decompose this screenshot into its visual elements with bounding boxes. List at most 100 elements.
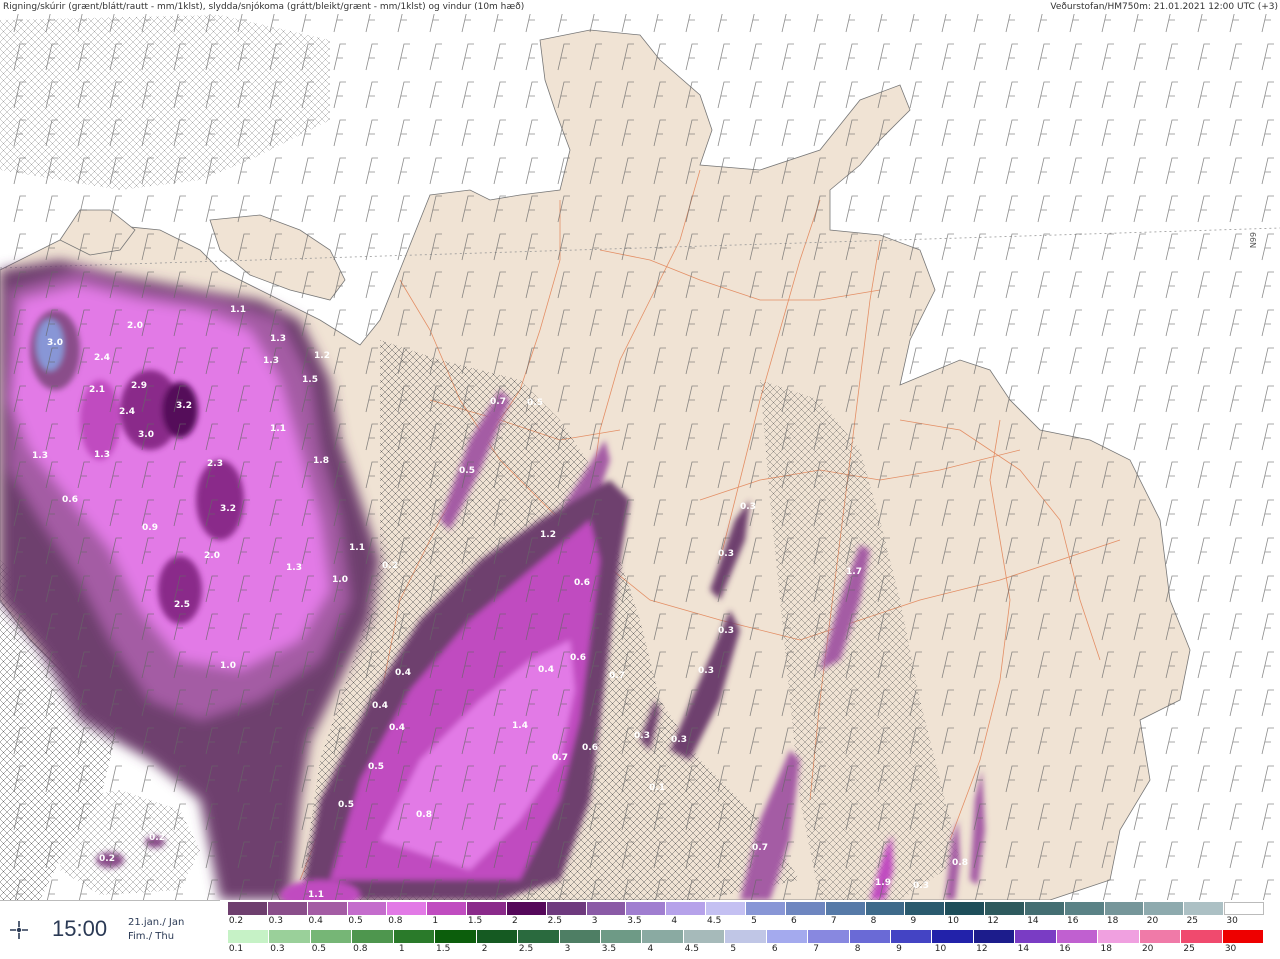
model-run-info: Veðurstofan/HM750m: 21.01.2021 12:00 UTC… — [1050, 2, 1278, 12]
rain-legend-label: 18 — [1100, 944, 1112, 954]
rain-legend-label: 2.5 — [518, 944, 534, 954]
precip-value-label: 1.2 — [314, 351, 330, 361]
precip-value-label: 1.1 — [308, 890, 324, 900]
snow-legend-swatch — [945, 902, 986, 915]
snow-legend-swatch — [985, 902, 1025, 915]
precip-value-label: 2.1 — [89, 385, 105, 395]
precip-value-label: 0.5 — [338, 800, 354, 810]
snow-legend-label: 0.4 — [308, 916, 323, 926]
rain-legend-swatch — [932, 930, 974, 943]
rain-legend-swatch — [228, 930, 270, 943]
rain-legend-label: 1.5 — [436, 944, 451, 954]
rain-legend-label: 20 — [1141, 944, 1154, 954]
snow-legend-swatch — [825, 902, 866, 915]
snow-legend-swatch — [1144, 902, 1185, 915]
snow-legend-swatch — [706, 902, 746, 915]
precip-value-label: 2.4 — [94, 353, 110, 363]
precip-value-label: 0.7 — [752, 843, 768, 853]
precip-value-label: 0.3 — [671, 735, 687, 745]
snow-color-bar — [228, 902, 1280, 915]
rain-legend-swatch — [808, 930, 850, 943]
precip-value-label: 1.2 — [540, 530, 556, 540]
rain-legend-label: 9 — [896, 944, 902, 954]
precip-value-label: 1.1 — [270, 424, 286, 434]
rain-legend-label: 3 — [564, 944, 571, 954]
precip-value-label: 3.2 — [176, 401, 192, 411]
precip-value-label: 3.0 — [47, 338, 63, 348]
precip-value-label: 0.6 — [582, 743, 598, 753]
precip-value-label: 1.3 — [263, 356, 279, 366]
rain-legend-label: 3.5 — [601, 944, 617, 954]
snow-legend-swatch — [626, 902, 667, 915]
snow-legend-label: 1 — [432, 916, 439, 926]
wind-barbs — [0, 14, 1280, 900]
forecast-date-line1: 21.jan./ Jan — [128, 917, 185, 928]
precip-value-label: 1.1 — [230, 305, 246, 315]
precip-value-label: 0.3 — [740, 502, 756, 512]
precip-value-label: 1.3 — [32, 451, 48, 461]
map-description: Rigning/skúrir (grænt/blátt/rautt - mm/1… — [3, 2, 525, 12]
snow-legend-label: 14 — [1027, 916, 1039, 926]
rain-legend-label: 0.8 — [353, 944, 368, 954]
rain-legend-swatch — [352, 930, 394, 943]
snow-legend-swatch — [467, 902, 507, 915]
rain-legend-label: 0.5 — [311, 944, 327, 954]
rain-legend-label: 0.1 — [228, 944, 244, 954]
weather-map[interactable]: 66N 3.0 2.0 2.4 2.1 2.9 2.4 3.2 3.0 1.3 1.3 0.6 0.9… — [0, 0, 1280, 900]
rain-legend-swatch — [393, 930, 436, 943]
precip-value-label: 0.5 — [459, 466, 475, 476]
rain-legend-swatch — [1139, 930, 1182, 943]
precip-value-label: 2.3 — [207, 459, 223, 469]
snow-legend-swatch — [865, 902, 906, 915]
rain-legend-label: 10 — [934, 944, 947, 954]
precip-value-label: 0.3 — [913, 881, 929, 891]
snow-legend-label: 3.5 — [627, 916, 642, 926]
rain-legend-swatch — [973, 930, 1016, 943]
precip-value-label: 0.1 — [649, 783, 665, 793]
snow-legend-swatch — [1024, 902, 1065, 915]
rain-legend-swatch — [269, 930, 311, 943]
precip-value-label: 0.2 — [382, 561, 398, 571]
snow-legend-label: 20 — [1146, 916, 1159, 926]
rain-legend-swatch — [642, 930, 684, 943]
snow-legend-swatch — [905, 902, 946, 915]
precip-value-label: 2.9 — [131, 381, 147, 391]
precip-value-label: 1.0 — [220, 661, 236, 671]
rain-legend-label: 4 — [647, 944, 654, 954]
precip-value-label: 0.6 — [574, 578, 590, 588]
forecast-date: 21.jan./ Jan Fim./ Thu — [128, 916, 184, 944]
rain-legend-swatch — [435, 930, 477, 943]
rain-legend-swatch — [1098, 930, 1140, 943]
snow-legend-label: 6 — [790, 916, 797, 926]
precip-value-label: 2.4 — [119, 407, 135, 417]
precip-value-label: 0.5 — [527, 398, 543, 408]
time-panel: 15:00 21.jan./ Jan Fim./ Thu — [0, 900, 220, 959]
precip-value-label: 3.2 — [220, 504, 236, 514]
snow-legend-swatch — [1064, 902, 1105, 915]
rain-legend-label: 12 — [976, 944, 988, 954]
snow-legend-label: 0.3 — [268, 916, 284, 926]
snow-legend-label: 0.2 — [228, 916, 244, 926]
rain-legend-swatch — [1181, 930, 1223, 943]
precip-value-label: 0.4 — [538, 665, 554, 675]
map-pin-icon[interactable] — [8, 919, 30, 941]
precip-value-label: 0.3 — [634, 731, 650, 741]
snow-legend-swatch — [586, 902, 627, 915]
precip-value-label: 0.2 — [149, 833, 165, 843]
precip-value-label: 1.9 — [875, 878, 891, 888]
rain-legend-label: 7 — [813, 944, 820, 954]
snow-legend-swatch — [666, 902, 707, 915]
precip-value-label: 0.4 — [395, 668, 411, 678]
snow-legend-label: 0.5 — [348, 916, 363, 926]
rain-legend-swatch — [725, 930, 767, 943]
rain-legend-swatch — [891, 930, 933, 943]
rain-legend-swatch — [849, 930, 892, 943]
precip-value-label: 0.4 — [389, 723, 405, 733]
snow-color-labels: 0.2 0.3 0.4 0.5 0.8 1 1.5 2 2.5 3 3.5 4 4.5 5 6 7 8 9 10 12… — [228, 916, 1280, 928]
snow-legend-swatch — [267, 902, 308, 915]
snow-legend-label: 25 — [1186, 916, 1199, 926]
precip-value-label: 1.7 — [846, 567, 862, 577]
rain-legend-swatch — [1056, 930, 1099, 943]
precip-value-label: 0.9 — [142, 523, 158, 533]
snow-legend-label: 4.5 — [706, 916, 722, 926]
